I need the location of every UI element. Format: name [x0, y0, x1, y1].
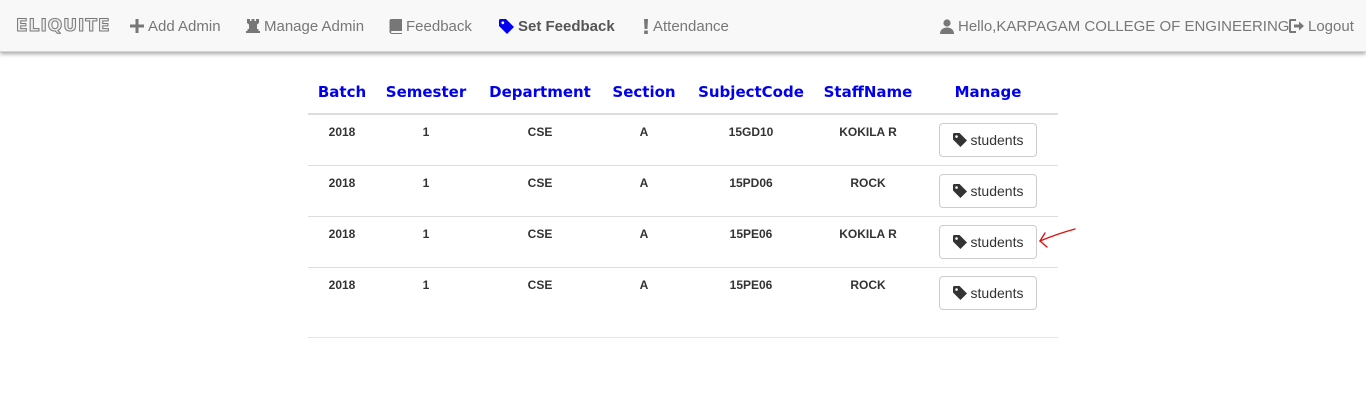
students-button[interactable]: students — [939, 224, 1037, 259]
tag-icon — [952, 133, 967, 147]
cell-subject-code: 15PE06 — [684, 266, 818, 318]
cell-staff-name: KOKILA R — [818, 215, 918, 267]
annotation-arrow-icon — [1039, 228, 1076, 248]
students-button[interactable]: students — [939, 123, 1037, 157]
tag-icon — [952, 183, 967, 198]
students-button-label: students — [970, 284, 1024, 301]
cell-semester: 1 — [376, 215, 476, 267]
nav-add-admin-label: Add Admin — [148, 17, 221, 35]
cell-section: A — [639, 125, 649, 139]
table-header-row: Batch Semester Department Section Subjec… — [308, 70, 1058, 115]
cell-semester: 1 — [376, 266, 476, 318]
cell-section: A — [604, 164, 684, 216]
brand-logo[interactable]: ELIQUITE — [16, 0, 111, 52]
nav-manage-admin-label: Manage Admin — [264, 17, 365, 35]
user-greeting-label: Hello,KARPAGAM COLLEGE OF ENGINEERING — [958, 17, 1290, 35]
cell-section: A — [604, 215, 684, 267]
table-row: 2018 1 CSE A 15GD10 KOKILA R students — [308, 114, 1058, 165]
cell-batch: 2018 — [328, 125, 356, 139]
header-subject-code: SubjectCode — [684, 70, 818, 115]
logout-icon — [1289, 19, 1304, 33]
cell-department: CSE — [476, 164, 604, 216]
cell-department: CSE — [476, 266, 604, 318]
table-row: 2018 1 CSE A 15PE06 ROCK students — [308, 266, 1058, 318]
exclamation-icon — [643, 18, 649, 34]
header-section: Section — [604, 70, 684, 115]
user-icon — [940, 18, 954, 34]
cell-subject-code: 15GD10 — [728, 125, 774, 139]
cell-semester: 1 — [376, 164, 476, 216]
nav-add-admin[interactable]: Add Admin — [130, 0, 221, 52]
cell-batch: 2018 — [308, 164, 376, 216]
cell-staff-name: ROCK — [818, 164, 918, 216]
tag-icon — [952, 285, 967, 300]
cell-staff-name: KOKILA R — [839, 125, 897, 139]
students-button[interactable]: students — [939, 173, 1037, 208]
table-bottom-divider — [308, 318, 1058, 338]
table-row: 2018 1 CSE A 15PD06 ROCK students — [308, 164, 1058, 216]
feedback-table-container: Batch Semester Department Section Subjec… — [308, 70, 1058, 338]
students-button[interactable]: students — [939, 275, 1037, 310]
students-button-label: students — [970, 233, 1024, 250]
header-manage: Manage — [918, 70, 1058, 115]
header-department: Department — [476, 70, 604, 115]
rook-icon — [246, 19, 260, 33]
logout-label: Logout — [1308, 17, 1354, 35]
cell-section: A — [604, 266, 684, 318]
cell-semester: 1 — [422, 125, 430, 139]
cell-subject-code: 15PD06 — [684, 164, 818, 216]
logout-link[interactable]: Logout — [1289, 0, 1354, 52]
tag-icon — [952, 234, 967, 249]
cell-subject-code: 15PE06 — [684, 215, 818, 267]
cell-batch: 2018 — [308, 215, 376, 267]
nav-feedback-label: Feedback — [406, 17, 472, 35]
header-staff-name: StaffName — [818, 70, 918, 115]
cell-staff-name: ROCK — [818, 266, 918, 318]
cell-manage: students — [918, 266, 1058, 318]
nav-attendance-label: Attendance — [653, 17, 729, 35]
nav-set-feedback[interactable]: Set Feedback — [499, 0, 615, 52]
plus-icon — [130, 19, 144, 33]
table-row: 2018 1 CSE A 15PE06 KOKILA R students — [308, 215, 1058, 267]
book-icon — [389, 18, 402, 34]
header-batch: Batch — [308, 70, 376, 115]
cell-department: CSE — [476, 215, 604, 267]
cell-manage: students — [918, 114, 1058, 165]
cell-department: CSE — [527, 125, 553, 139]
nav-set-feedback-label: Set Feedback — [518, 17, 615, 35]
students-button-label: students — [970, 132, 1024, 148]
nav-user-greeting[interactable]: Hello,KARPAGAM COLLEGE OF ENGINEERING — [940, 0, 1289, 52]
nav-feedback[interactable]: Feedback — [389, 0, 472, 52]
nav-attendance[interactable]: Attendance — [643, 0, 729, 52]
cell-batch: 2018 — [308, 266, 376, 318]
cell-manage: students — [918, 164, 1058, 216]
top-navbar: ELIQUITE Add Admin Manage Admin Feedback… — [0, 0, 1366, 52]
students-button-label: students — [970, 182, 1024, 199]
tag-icon — [499, 18, 514, 34]
header-semester: Semester — [376, 70, 476, 115]
feedback-table: Batch Semester Department Section Subjec… — [308, 70, 1058, 318]
nav-manage-admin[interactable]: Manage Admin — [246, 0, 364, 52]
